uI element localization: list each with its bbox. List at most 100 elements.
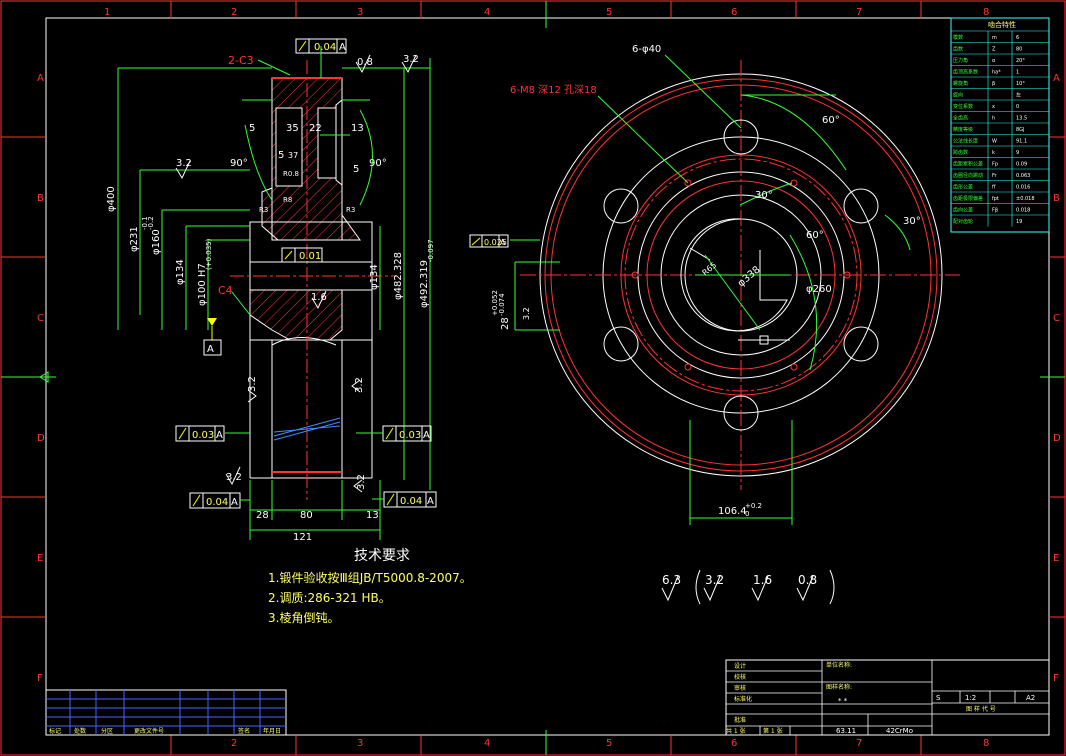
param-cell: α <box>992 58 996 64</box>
tb-label-5: 批准 <box>734 716 746 724</box>
param-cell: m <box>992 35 997 41</box>
title-block: 设计 校核 审核 标准化 批准 单位名称: 图样名称: 图 样 代 号 共 1 … <box>725 659 1050 736</box>
keyway-tol-b: -0.074 <box>498 293 506 316</box>
rev-h-2: 处数 <box>74 727 86 735</box>
param-cell: 公法线长度 <box>953 138 978 145</box>
tb-stars: * * <box>838 697 848 705</box>
zone-col-8: 8 <box>983 7 989 18</box>
runout-left-2-datum: A <box>231 497 238 508</box>
revision-table: 标记 处数 分区 更改文件号 签名 年月日 <box>45 689 287 736</box>
zone-col-4: 4 <box>484 7 490 18</box>
section-view: 2-C3 C4 A 0.04 A 0.01 0.03 A 0.03 A 0.04… <box>106 38 437 543</box>
zone-col-2b: 2 <box>231 738 237 749</box>
param-cell: 模数 <box>953 34 963 41</box>
dim-121: 121 <box>293 532 312 543</box>
dim-d482: φ482.328 <box>393 252 404 300</box>
zone-row-a-r: A <box>1053 73 1060 84</box>
tb-label-2: 校核 <box>734 673 746 681</box>
param-cell: ha* <box>992 70 1001 76</box>
zone-row-d: D <box>37 433 45 444</box>
roughness-3.2-b: 3.2 <box>176 158 192 169</box>
tb-scale: 1:2 <box>965 694 976 702</box>
zone-col-7: 7 <box>856 7 862 18</box>
params-title: 啮合特性 <box>988 20 1016 29</box>
roughness-3.2-c: 3.2 <box>247 376 258 392</box>
param-cell: 6 <box>1016 35 1019 41</box>
runout-right-2-datum: A <box>427 496 434 507</box>
holes-label: 6-φ40 <box>632 44 661 55</box>
param-cell: 0.016 <box>1016 185 1030 191</box>
param-cell: x <box>992 104 995 110</box>
param-cell: Fr <box>992 173 998 179</box>
param-cell: 80 <box>1016 47 1022 53</box>
angle-30-outer: 30° <box>903 216 921 227</box>
param-cell: 变位系数 <box>953 103 973 110</box>
dim-d231-tol-b: -0.2 <box>147 216 155 230</box>
runout-right-2-value: 0.04 <box>400 496 422 507</box>
zone-row-f-r: F <box>1053 673 1059 684</box>
dim-90-right: 90° <box>369 158 387 169</box>
param-cell: 13.5 <box>1016 116 1027 122</box>
roughness-3.2-a: 3.2 <box>403 54 419 65</box>
dim-5b: 5 <box>353 164 359 175</box>
param-cell: 1 <box>1016 70 1019 76</box>
zone-row-a: A <box>37 73 44 84</box>
param-cell: 全齿高 <box>953 115 968 122</box>
zone-row-d-r: D <box>1053 433 1061 444</box>
runout-top-value: 0.04 <box>314 42 336 53</box>
zone-col-7b: 7 <box>856 738 862 749</box>
tech-item-2: 2.调质:286-321 HB。 <box>268 591 391 605</box>
param-cell: Z <box>992 47 996 53</box>
param-cell: Fp <box>992 162 998 168</box>
key-depth: 106.4 <box>718 506 747 517</box>
zone-row-e: E <box>37 553 43 564</box>
runout-left-2-value: 0.04 <box>206 497 228 508</box>
dim-90-left: 90° <box>230 158 248 169</box>
dim-80: 80 <box>300 510 313 521</box>
dim-d160: φ160 <box>151 229 162 255</box>
param-cell: 齿距极限偏差 <box>953 195 983 202</box>
legend-0.8: 0.8 <box>798 573 817 587</box>
parallel-datum: A <box>500 238 506 247</box>
param-cell: 0.063 <box>1016 173 1030 179</box>
param-cell: 0.09 <box>1016 162 1027 168</box>
dim-r3b: R3 <box>346 206 355 214</box>
param-cell: 齿数 <box>953 46 963 53</box>
zone-col-3: 3 <box>357 7 363 18</box>
zone-col-6: 6 <box>731 7 737 18</box>
dim-28: 28 <box>256 510 269 521</box>
runout-right-1-datum: A <box>423 430 430 441</box>
rev-h-5: 签名 <box>238 727 250 735</box>
dim-13-bottom: 13 <box>366 510 379 521</box>
angle-60-mid: 60° <box>806 230 824 241</box>
tb-code-label: 图 样 代 号 <box>966 705 996 713</box>
tb-label-1: 设计 <box>734 662 746 670</box>
flatness-value: 0.01 <box>299 251 321 262</box>
drawing-frame <box>0 0 1066 756</box>
zone-col-1: 1 <box>104 7 110 18</box>
datum-a-label: A <box>207 344 214 355</box>
rev-h-3: 分区 <box>101 727 113 735</box>
dim-d492: φ492.319 <box>419 260 430 308</box>
tb-label-4: 标准化 <box>734 695 752 703</box>
roughness-0.8: 0.8 <box>357 57 373 68</box>
param-cell: 20° <box>1016 58 1025 64</box>
key-depth-tol-b: 0 <box>745 510 749 518</box>
legend-3.2: 3.2 <box>705 573 724 587</box>
dim-d400: φ400 <box>106 186 117 212</box>
keyway-roughness: 3.2 <box>522 307 531 320</box>
zone-row-c: C <box>37 313 44 324</box>
angle-30-inner: 30° <box>755 190 773 201</box>
param-cell: fpt <box>992 196 999 202</box>
tb-stage: S <box>936 694 941 702</box>
tb-company-label: 单位名称: <box>826 661 852 669</box>
param-cell: 旋向 <box>953 92 963 99</box>
param-cell: 10° <box>1016 81 1025 87</box>
param-cell: 齿向公差 <box>953 207 973 214</box>
param-cell: 8GJ <box>1016 127 1025 133</box>
chamfer-label: 2-C3 <box>228 54 254 67</box>
param-cell: ff <box>992 185 996 191</box>
dim-35: 35 <box>286 123 299 134</box>
dim-37: 37 <box>288 151 298 160</box>
param-cell: 精度等级 <box>953 126 973 133</box>
